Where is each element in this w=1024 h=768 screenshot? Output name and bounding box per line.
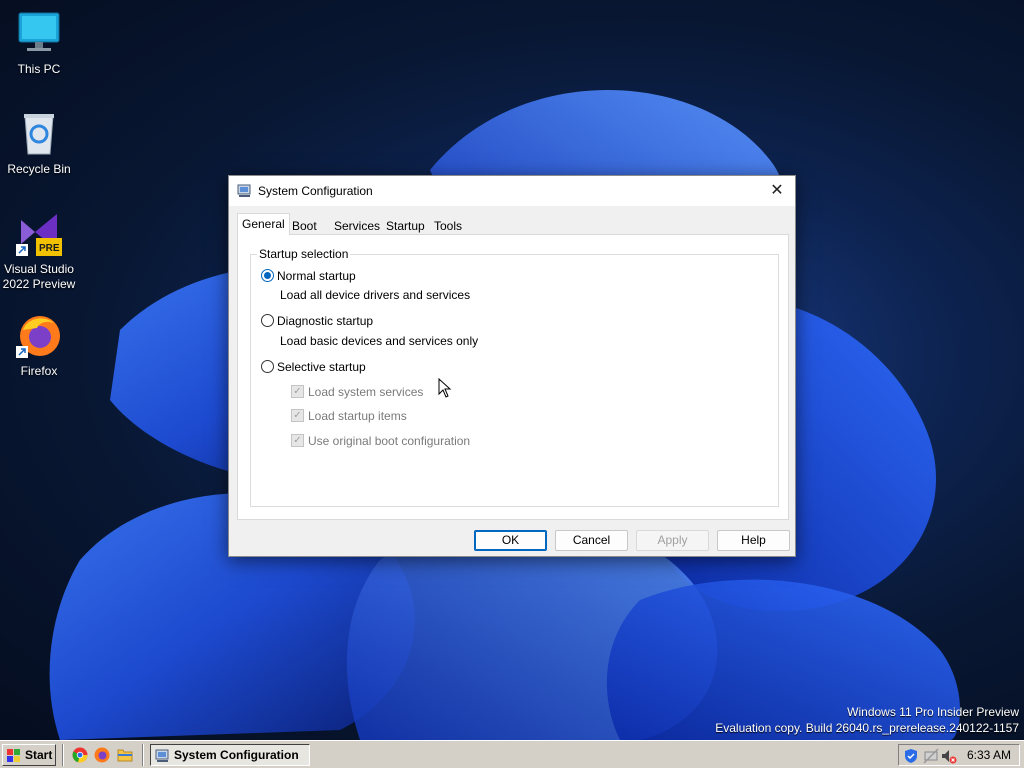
normal-startup-description: Load all device drivers and services	[280, 288, 471, 302]
security-shield-icon[interactable]	[903, 748, 919, 764]
visual-studio-icon: PRE	[15, 210, 63, 258]
recycle-bin-desktop-icon[interactable]: Recycle Bin	[1, 110, 77, 177]
apply-button[interactable]: Apply	[636, 530, 709, 551]
taskbar: Start System Configuration 6:33 AM	[0, 740, 1024, 768]
diagnostic-startup-label: Diagnostic startup	[277, 314, 374, 328]
normal-startup-label: Normal startup	[277, 269, 356, 283]
msconfig-icon	[155, 748, 170, 766]
startup-selection-group: Startup selection Normal startup Load al…	[250, 247, 779, 507]
start-button[interactable]: Start	[2, 744, 56, 766]
watermark-line1: Windows 11 Pro Insider Preview	[847, 705, 1019, 719]
ok-button[interactable]: OK	[474, 530, 547, 551]
selective-startup-label: Selective startup	[277, 360, 366, 374]
taskbar-separator	[62, 744, 64, 766]
this-pc-label: This PC	[17, 62, 61, 76]
file-explorer-icon[interactable]	[117, 747, 133, 763]
diagnostic-startup-description: Load basic devices and services only	[280, 334, 479, 348]
close-icon: ✕	[770, 182, 784, 199]
this-pc-desktop-icon[interactable]: This PC	[1, 10, 77, 77]
help-button[interactable]: Help	[717, 530, 790, 551]
radio-button[interactable]	[261, 269, 274, 282]
msconfig-icon	[237, 183, 252, 201]
firefox-label: Firefox	[20, 364, 58, 378]
chrome-icon[interactable]	[72, 747, 88, 763]
tab-startup[interactable]: Startup	[381, 216, 430, 235]
radio-button[interactable]	[261, 360, 274, 373]
tab-boot[interactable]: Boot	[287, 216, 322, 235]
recycle-bin-icon	[15, 110, 63, 158]
network-icon[interactable]	[923, 748, 939, 764]
radio-button[interactable]	[261, 314, 274, 327]
load-system-services-label: Load system services	[308, 385, 424, 399]
cancel-button[interactable]: Cancel	[555, 530, 628, 551]
task-button-system-configuration[interactable]: System Configuration	[150, 744, 310, 766]
dialog-title: System Configuration	[258, 184, 373, 198]
firefox-desktop-icon[interactable]: Firefox	[1, 312, 77, 379]
load-startup-items-label: Load startup items	[308, 409, 407, 423]
checkbox-checked-disabled[interactable]: ✓	[291, 434, 304, 447]
clock[interactable]: 6:33 AM	[967, 748, 1011, 762]
dialog-titlebar[interactable]: System Configuration ✕	[229, 176, 795, 206]
visual-studio-label-line1: Visual Studio	[4, 262, 74, 276]
general-tab-panel: Startup selection Normal startup Load al…	[237, 234, 789, 520]
mouse-cursor-icon	[438, 378, 452, 398]
use-original-boot-config-label: Use original boot configuration	[308, 434, 471, 448]
windows-flag-icon	[7, 749, 21, 765]
tab-tools[interactable]: Tools	[429, 216, 467, 235]
tab-services[interactable]: Services	[329, 216, 385, 235]
monitor-icon	[15, 10, 63, 58]
system-tray: 6:33 AM	[898, 744, 1020, 766]
group-title: Startup selection	[257, 247, 351, 261]
visual-studio-label-line2: 2022 Preview	[2, 277, 76, 291]
evaluation-watermark: Windows 11 Pro Insider Preview Evaluatio…	[715, 704, 1019, 736]
watermark-line2: Evaluation copy. Build 26040.rs_prerelea…	[715, 721, 1019, 735]
start-label: Start	[25, 748, 53, 762]
volume-muted-icon[interactable]	[941, 748, 957, 764]
checkbox-checked-disabled[interactable]: ✓	[291, 409, 304, 422]
close-button[interactable]: ✕	[763, 178, 791, 204]
firefox-icon	[15, 312, 63, 360]
taskbar-separator	[142, 744, 144, 766]
firefox-icon[interactable]	[94, 747, 110, 763]
checkbox-checked-disabled[interactable]: ✓	[291, 385, 304, 398]
system-configuration-dialog: System Configuration ✕ General Boot Serv…	[228, 175, 796, 557]
tab-general[interactable]: General	[237, 213, 290, 235]
visual-studio-desktop-icon[interactable]: PRE Visual Studio 2022 Preview	[1, 210, 77, 292]
recycle-bin-label: Recycle Bin	[7, 162, 71, 176]
task-button-label: System Configuration	[174, 748, 299, 762]
preview-badge: PRE	[39, 243, 60, 254]
